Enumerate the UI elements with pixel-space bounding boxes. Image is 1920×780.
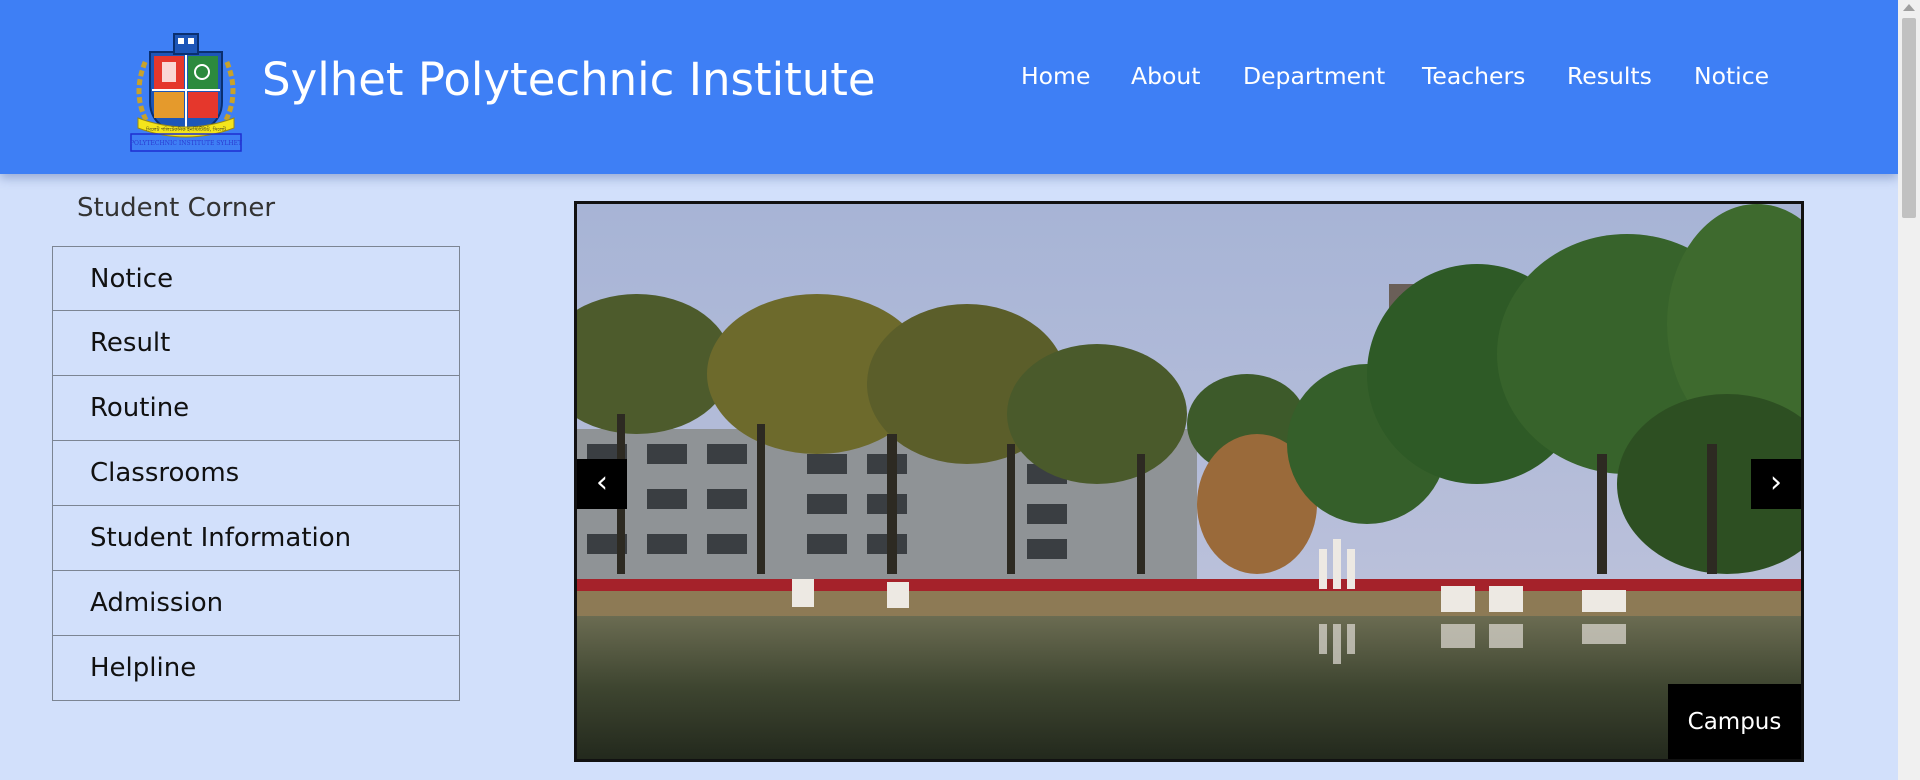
sidebar-item-helpline[interactable]: Helpline bbox=[52, 636, 460, 701]
institute-emblem-icon[interactable]: সিলেট পলিটেকনিক ইনস্টিটিউট, সিলেট POLYTE… bbox=[128, 32, 244, 152]
carousel-prev-button[interactable]: ‹ bbox=[577, 459, 627, 509]
nav-about[interactable]: About bbox=[1131, 62, 1200, 90]
nav-results[interactable]: Results bbox=[1567, 62, 1652, 90]
scroll-up-icon[interactable] bbox=[1903, 4, 1915, 11]
page-scrollbar[interactable] bbox=[1898, 0, 1920, 780]
chevron-right-icon: › bbox=[1770, 465, 1782, 500]
logo-caption: POLYTECHNIC INSTITUTE SYLHET bbox=[130, 140, 242, 147]
sidebar-item-result[interactable]: Result bbox=[52, 311, 460, 376]
image-carousel: ‹ › Campus bbox=[574, 201, 1804, 762]
main-nav: Home About Department Teachers Results N… bbox=[0, 62, 1898, 92]
student-corner-menu: Notice Result Routine Classrooms Student… bbox=[52, 246, 460, 701]
site-header: সিলেট পলিটেকনিক ইনস্টিটিউট, সিলেট POLYTE… bbox=[0, 0, 1898, 174]
nav-home[interactable]: Home bbox=[1021, 62, 1090, 90]
nav-notice[interactable]: Notice bbox=[1694, 62, 1769, 90]
student-corner-heading: Student Corner bbox=[77, 193, 276, 223]
nav-department[interactable]: Department bbox=[1243, 62, 1385, 90]
nav-teachers[interactable]: Teachers bbox=[1422, 62, 1525, 90]
sidebar-item-admission[interactable]: Admission bbox=[52, 571, 460, 636]
chevron-left-icon: ‹ bbox=[596, 465, 608, 500]
campus-photo bbox=[577, 204, 1801, 759]
carousel-next-button[interactable]: › bbox=[1751, 459, 1801, 509]
scrollbar-thumb[interactable] bbox=[1902, 18, 1916, 218]
sidebar-item-student-information[interactable]: Student Information bbox=[52, 506, 460, 571]
sidebar-item-classrooms[interactable]: Classrooms bbox=[52, 441, 460, 506]
carousel-caption: Campus bbox=[1668, 684, 1801, 759]
sidebar-item-routine[interactable]: Routine bbox=[52, 376, 460, 441]
sidebar-item-notice[interactable]: Notice bbox=[52, 246, 460, 311]
logo-ribbon-text: সিলেট পলিটেকনিক ইনস্টিটিউট, সিলেট bbox=[145, 126, 226, 133]
